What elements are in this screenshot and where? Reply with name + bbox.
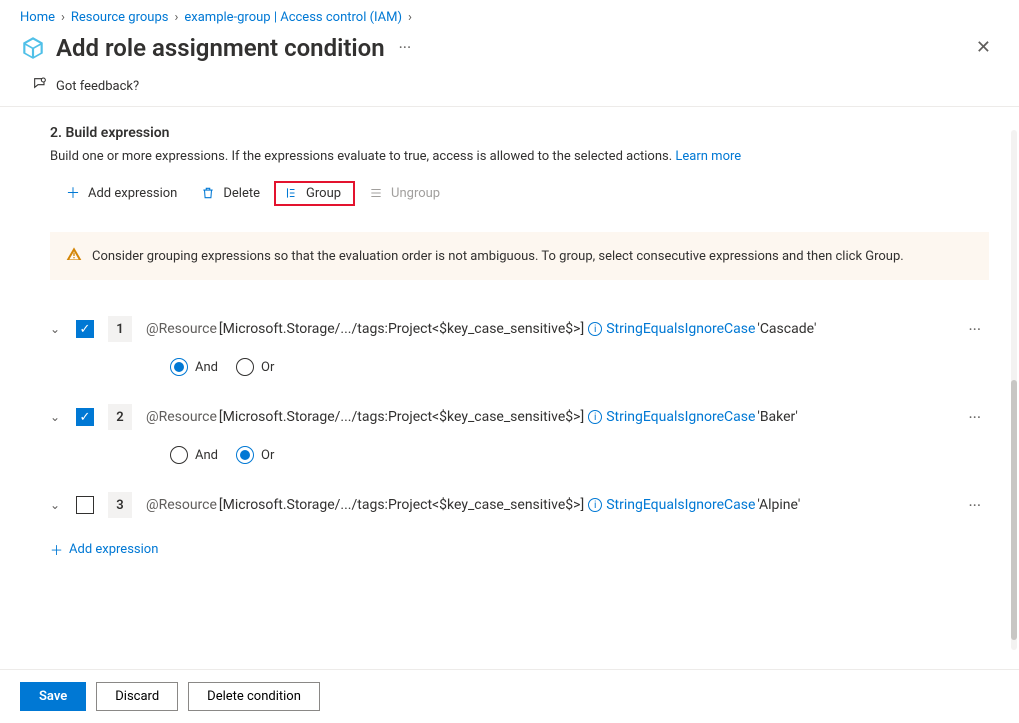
more-icon[interactable]: ···	[399, 38, 412, 57]
expression-text: @Resource[Microsoft.Storage/.../tags:Pro…	[146, 321, 952, 337]
resource-token: @Resource	[146, 321, 217, 337]
group-button[interactable]: Group	[274, 181, 355, 206]
section-title: 2. Build expression	[50, 125, 989, 141]
resource-path: [Microsoft.Storage/.../tags:Project<$key…	[219, 321, 584, 337]
radio-icon	[170, 358, 188, 376]
chevron-down-icon[interactable]: ⌄	[50, 410, 68, 424]
delete-button[interactable]: Delete	[191, 181, 270, 206]
feedback-icon	[32, 76, 48, 96]
feedback-text: Got feedback?	[56, 79, 139, 94]
ungroup-button: Ungroup	[359, 181, 450, 206]
resource-token: @Resource	[146, 409, 217, 425]
logic-and-label: And	[195, 360, 218, 375]
chevron-down-icon[interactable]: ⌄	[50, 498, 68, 512]
logic-and-radio[interactable]: And	[170, 358, 218, 376]
footer: Save Discard Delete condition	[0, 669, 1019, 723]
row-more-icon[interactable]: ···	[960, 320, 989, 339]
radio-icon	[236, 446, 254, 464]
expression-row: ⌄ 1 @Resource[Microsoft.Storage/.../tags:P…	[50, 310, 989, 348]
logic-and-radio[interactable]: And	[170, 446, 218, 464]
expression-checkbox[interactable]	[76, 320, 94, 338]
info-icon[interactable]: i	[588, 498, 602, 512]
breadcrumb-resource-groups[interactable]: Resource groups	[71, 10, 169, 25]
row-more-icon[interactable]: ···	[960, 496, 989, 515]
expression-checkbox[interactable]	[76, 496, 94, 514]
add-expression-button[interactable]: ＋ Add expression	[56, 178, 187, 208]
trash-icon	[201, 186, 217, 200]
expression-row: ⌄ 3 @Resource[Microsoft.Storage/.../tags:P…	[50, 486, 989, 524]
expression-number: 1	[108, 316, 132, 342]
value-literal: 'Alpine'	[757, 497, 800, 513]
discard-button[interactable]: Discard	[96, 682, 178, 711]
breadcrumb-group[interactable]: example-group | Access control (IAM)	[184, 10, 402, 25]
operator: StringEqualsIgnoreCase	[606, 497, 755, 513]
plus-icon: ＋	[66, 183, 82, 203]
expression-number: 2	[108, 404, 132, 430]
page-header: Add role assignment condition ··· ✕	[0, 29, 1019, 70]
expression-checkbox[interactable]	[76, 408, 94, 426]
logic-connector: And Or	[50, 436, 989, 486]
chevron-right-icon: ›	[174, 10, 178, 25]
info-icon[interactable]: i	[588, 410, 602, 424]
delete-condition-button[interactable]: Delete condition	[188, 682, 320, 711]
expression-row: ⌄ 2 @Resource[Microsoft.Storage/.../tags:P…	[50, 398, 989, 436]
chevron-right-icon: ›	[408, 10, 412, 25]
radio-icon	[170, 446, 188, 464]
logic-or-label: Or	[261, 448, 274, 463]
chevron-right-icon: ›	[61, 10, 65, 25]
warning-text: Consider grouping expressions so that th…	[92, 249, 904, 264]
logic-and-label: And	[195, 448, 218, 463]
add-expression-link[interactable]: ＋ Add expression	[50, 540, 989, 559]
info-icon[interactable]: i	[588, 322, 602, 336]
resource-path: [Microsoft.Storage/.../tags:Project<$key…	[219, 409, 584, 425]
expression-toolbar: ＋ Add expression Delete Group Ungroup	[50, 178, 989, 208]
ungroup-icon	[369, 186, 385, 200]
logic-or-label: Or	[261, 360, 274, 375]
feedback-link[interactable]: Got feedback?	[0, 70, 1019, 106]
content-area: 2. Build expression Build one or more ex…	[0, 106, 1019, 646]
save-button[interactable]: Save	[20, 682, 86, 711]
close-button[interactable]: ✕	[968, 33, 999, 62]
breadcrumb-home[interactable]: Home	[20, 10, 55, 25]
resource-path: [Microsoft.Storage/.../tags:Project<$key…	[219, 497, 584, 513]
radio-icon	[236, 358, 254, 376]
breadcrumb: Home › Resource groups › example-group |…	[0, 0, 1019, 29]
logic-or-radio[interactable]: Or	[236, 446, 274, 464]
value-literal: 'Baker'	[757, 409, 797, 425]
warning-banner: Consider grouping expressions so that th…	[50, 232, 989, 280]
expression-text: @Resource[Microsoft.Storage/.../tags:Pro…	[146, 409, 952, 425]
learn-more-link[interactable]: Learn more	[675, 149, 741, 164]
operator: StringEqualsIgnoreCase	[606, 409, 755, 425]
cube-icon	[20, 35, 46, 61]
expression-number: 3	[108, 492, 132, 518]
resource-token: @Resource	[146, 497, 217, 513]
expression-text: @Resource[Microsoft.Storage/.../tags:Pro…	[146, 497, 952, 513]
logic-connector: And Or	[50, 348, 989, 398]
plus-icon: ＋	[50, 540, 63, 559]
group-icon	[284, 186, 300, 200]
scrollbar-thumb[interactable]	[1011, 380, 1017, 640]
chevron-down-icon[interactable]: ⌄	[50, 322, 68, 336]
page-title: Add role assignment condition	[56, 34, 385, 62]
logic-or-radio[interactable]: Or	[236, 358, 274, 376]
row-more-icon[interactable]: ···	[960, 408, 989, 427]
section-description: Build one or more expressions. If the ex…	[50, 149, 989, 164]
warning-icon	[66, 246, 82, 266]
operator: StringEqualsIgnoreCase	[606, 321, 755, 337]
value-literal: 'Cascade'	[757, 321, 816, 337]
